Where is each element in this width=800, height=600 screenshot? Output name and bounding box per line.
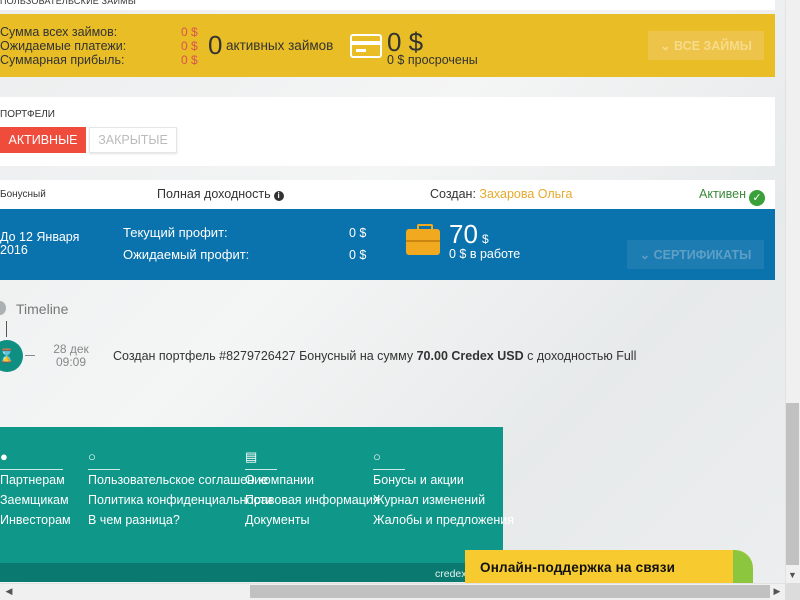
expected-profit-label: Ожидаемый профит:	[123, 247, 250, 262]
portfolio-created: Создан: Захарова Ольга	[430, 187, 572, 201]
footer-link-user-agreement[interactable]: Пользовательское соглашение	[88, 473, 268, 487]
portfolio-card: До 12 Января 2016 Текущий профит: Ожидае…	[0, 209, 775, 280]
timeline-connector	[25, 355, 35, 356]
current-profit-value: 0 $	[349, 226, 367, 240]
all-loans-label: ВСЕ ЗАЙМЫ	[674, 39, 752, 53]
footer-link-investors[interactable]: Инвесторам	[0, 513, 71, 527]
portfolio-amount-currency: $	[482, 232, 489, 246]
horizontal-scrollbar-thumb[interactable]	[250, 585, 770, 598]
user-icon: ●	[0, 449, 8, 464]
footer-link-documents[interactable]: Документы	[245, 513, 309, 527]
scroll-right-arrow-icon[interactable]: ▶	[770, 585, 784, 598]
author-link[interactable]: Захарова Ольга	[479, 187, 572, 201]
check-icon: ✓	[749, 190, 766, 206]
summary-value-profit: 0 $	[181, 53, 198, 67]
summary-label-profit: Суммарная прибыль:	[0, 53, 125, 67]
chevron-down-icon: ⌄	[660, 39, 675, 53]
certificates-label: СЕРТИФИКАТЫ	[653, 248, 752, 262]
footer-link-changelog[interactable]: Журнал изменений	[373, 493, 485, 507]
footer-link-complaints[interactable]: Жалобы и предложения	[373, 513, 514, 527]
timeline-title: Timeline	[16, 301, 69, 317]
footer-link-borrowers[interactable]: Заемщикам	[0, 493, 69, 507]
tab-closed-portfolios[interactable]: ЗАКРЫТЫЕ	[89, 127, 177, 153]
chat-icon: ○	[373, 449, 381, 464]
event-text-prefix: Создан портфель #8279726427 Бонусный на …	[113, 349, 414, 363]
credit-card-icon	[350, 34, 382, 58]
document-icon: ▤	[245, 449, 258, 464]
timeline-line	[6, 321, 7, 337]
portfolios-label: ПОРТФЕЛИ	[0, 109, 55, 120]
current-profit-label: Текущий профит:	[123, 225, 228, 240]
footer-bottom-bar	[0, 563, 503, 582]
footer-link-bonuses[interactable]: Бонусы и акции	[373, 473, 464, 487]
portfolio-info-row: Бонусный Полная доходность i Создан: Заха…	[0, 180, 775, 209]
summary-value-total: 0 $	[181, 25, 198, 39]
online-support-widget[interactable]: Онлайн-поддержка на связи	[465, 550, 753, 583]
portfolios-panel: ПОРТФЕЛИ АКТИВНЫЕ ЗАКРЫТЫЕ	[0, 97, 775, 166]
certificates-button[interactable]: ⌄ СЕРТИФИКАТЫ	[627, 240, 764, 269]
expected-profit-value: 0 $	[349, 248, 367, 262]
all-loans-button[interactable]: ⌄ ВСЕ ЗАЙМЫ	[648, 31, 764, 60]
briefcase-icon	[406, 224, 440, 255]
footer-divider	[0, 469, 63, 470]
scroll-left-arrow-icon[interactable]: ◀	[2, 585, 16, 598]
portfolio-until-date: До 12 Января 2016	[0, 230, 80, 257]
footer-link-difference[interactable]: В чем разница?	[88, 513, 180, 527]
overdue-amount: 0 $ просрочены	[387, 53, 478, 67]
summary-value-expected: 0 $	[181, 39, 198, 53]
active-loans-label: активных займов	[226, 38, 334, 53]
footer-link-partners[interactable]: Партнерам	[0, 473, 65, 487]
portfolio-amount: 70	[449, 219, 478, 249]
footer-divider	[373, 469, 405, 470]
support-label: Онлайн-поддержка на связи	[480, 560, 676, 575]
tab-active-portfolios[interactable]: АКТИВНЫЕ	[0, 127, 86, 153]
footer-divider	[88, 469, 120, 470]
footer-divider	[245, 469, 277, 470]
scroll-down-arrow-icon[interactable]: ▼	[786, 568, 799, 582]
summary-labels: Сумма всех займов: Ожидаемые платежи: Су…	[0, 25, 126, 67]
portfolio-type: Бонусный	[0, 189, 46, 200]
lightbulb-icon: ○	[88, 449, 96, 464]
timeline-event-date: 28 дек 09:09	[48, 343, 94, 369]
site-footer: ● Партнерам Заемщикам Инвесторам ○ Польз…	[0, 427, 514, 582]
created-label: Создан:	[430, 187, 476, 201]
event-amount: 70.00 Credex USD	[416, 349, 524, 363]
scrollbar-corner	[785, 583, 800, 600]
yield-label: Полная доходность	[157, 187, 271, 201]
status-label: Активен	[699, 187, 747, 201]
portfolio-yield: Полная доходность i	[157, 187, 284, 201]
portfolio-in-work: 0 $ в работе	[449, 247, 521, 261]
footer-link-about[interactable]: О компании	[245, 473, 314, 487]
footer-copyright: credex	[435, 568, 467, 580]
status-badge: Активен ✓	[699, 187, 766, 206]
info-icon[interactable]: i	[273, 191, 284, 201]
summary-label-expected: Ожидаемые платежи:	[0, 39, 127, 53]
vertical-scrollbar-thumb[interactable]	[786, 403, 799, 565]
section-title: ПОЛЬЗОВАТЕЛЬСКИЕ ЗАЙМЫ	[0, 0, 775, 10]
event-time: 09:09	[55, 355, 87, 369]
timeline-event-text: Создан портфель #8279726427 Бонусный на …	[113, 349, 636, 363]
chevron-down-icon: ⌄	[639, 248, 654, 262]
loans-summary-panel: Сумма всех займов: Ожидаемые платежи: Су…	[0, 14, 775, 77]
event-text-suffix: с доходностью Full	[527, 349, 637, 363]
summary-label-total: Сумма всех займов:	[0, 25, 118, 39]
footer-link-legal[interactable]: Правовая информация	[245, 493, 380, 507]
summary-values: 0 $ 0 $ 0 $	[181, 25, 198, 67]
active-loans-count: 0	[208, 30, 223, 60]
